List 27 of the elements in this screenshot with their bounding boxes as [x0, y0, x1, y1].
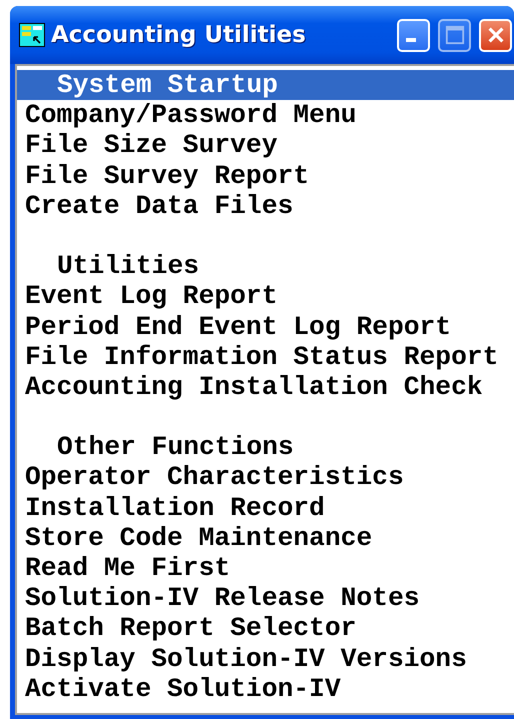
minimize-button[interactable] — [397, 18, 430, 52]
window-title: Accounting Utilities — [51, 22, 307, 48]
menu-item[interactable]: Store Code Maintenance — [17, 522, 514, 553]
app-icon — [19, 23, 45, 47]
menu-item[interactable]: Period End Event Log Report — [17, 312, 514, 342]
menu-item[interactable]: Installation Record — [17, 492, 514, 523]
maximize-icon — [444, 25, 464, 45]
menu-item[interactable]: Accounting Installation Check — [17, 372, 514, 402]
menu-item[interactable]: File Information Status Report — [17, 342, 514, 372]
menu-item[interactable]: Event Log Report — [17, 281, 514, 312]
menu-item[interactable]: Batch Report Selector — [17, 613, 514, 644]
section-heading[interactable]: Utilities — [17, 251, 514, 282]
menu-item[interactable]: Company/Password Menu — [17, 100, 514, 130]
maximize-button[interactable] — [438, 18, 471, 52]
minimize-icon — [406, 38, 416, 42]
close-icon — [486, 25, 506, 45]
menu-item[interactable]: Activate Solution-IV — [17, 674, 514, 704]
menu-item[interactable]: Create Data Files — [17, 190, 514, 221]
close-button[interactable] — [479, 18, 512, 52]
section-heading[interactable]: Other Functions — [17, 432, 514, 462]
menu-item[interactable]: Solution-IV Release Notes — [17, 583, 514, 614]
menu-item[interactable]: Display Solution-IV Versions — [17, 644, 514, 674]
section-heading[interactable]: System Startup — [17, 70, 514, 100]
menu-item[interactable]: Read Me First — [17, 553, 514, 584]
menu-item[interactable]: Operator Characteristics — [17, 462, 514, 493]
menu-item[interactable]: File Survey Report — [17, 160, 514, 191]
menu-item[interactable]: File Size Survey — [17, 130, 514, 161]
